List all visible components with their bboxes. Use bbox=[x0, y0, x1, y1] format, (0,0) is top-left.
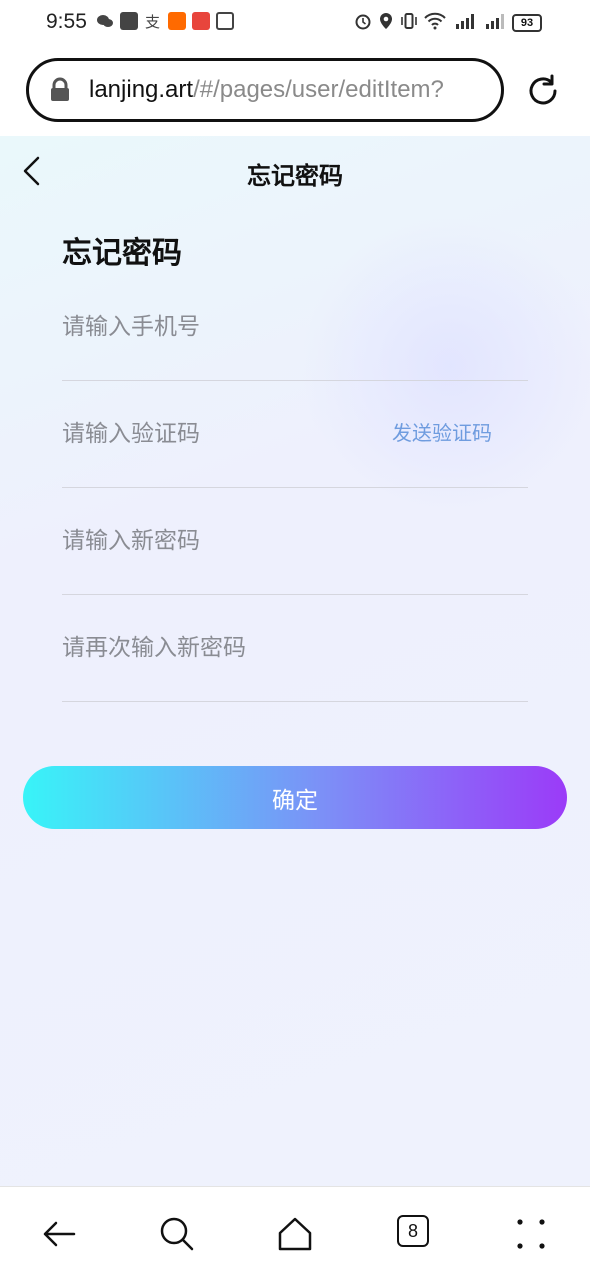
back-arrow-icon[interactable] bbox=[40, 1215, 78, 1253]
system-icons: 93 bbox=[354, 12, 542, 34]
verification-code-field: 发送验证码 bbox=[62, 381, 528, 488]
status-bar: 9:55 支 93 bbox=[0, 0, 590, 44]
alipay-icon: 支 bbox=[144, 12, 162, 31]
new-password-field bbox=[62, 488, 528, 595]
message-icon bbox=[120, 12, 138, 30]
menu-dots-icon[interactable] bbox=[512, 1215, 550, 1253]
tabs-button[interactable]: 8 bbox=[397, 1215, 429, 1247]
nfc-icon bbox=[216, 12, 234, 30]
confirm-password-input[interactable] bbox=[62, 595, 528, 701]
home-icon[interactable] bbox=[276, 1215, 314, 1253]
form-heading: 忘记密码 bbox=[62, 236, 182, 271]
notification-icons: 支 bbox=[96, 12, 234, 31]
phone-field bbox=[62, 274, 528, 381]
svg-text:支: 支 bbox=[145, 13, 160, 30]
vibrate-icon bbox=[400, 12, 418, 34]
alarm-icon bbox=[354, 12, 372, 34]
phone-input[interactable] bbox=[62, 274, 528, 380]
location-icon bbox=[378, 12, 394, 34]
address-bar[interactable]: lanjing.art/#/pages/user/editItem? bbox=[26, 58, 504, 122]
taobao-icon bbox=[168, 12, 186, 30]
wechat-icon bbox=[96, 12, 114, 30]
bottom-nav: 8 bbox=[0, 1186, 590, 1278]
nav-header: 忘记密码 bbox=[0, 136, 590, 208]
app-icon bbox=[192, 12, 210, 30]
page-content: 忘记密码 忘记密码 发送验证码 确定 bbox=[0, 136, 590, 1186]
reload-icon[interactable] bbox=[524, 72, 562, 110]
battery-indicator: 93 bbox=[512, 14, 542, 32]
lock-icon bbox=[49, 77, 71, 103]
url-path: /#/pages/user/editItem? bbox=[193, 76, 444, 103]
page-title: 忘记密码 bbox=[247, 162, 343, 190]
send-code-button[interactable]: 发送验证码 bbox=[392, 417, 492, 446]
status-time: 9:55 bbox=[46, 10, 87, 33]
signal-4g-icon bbox=[482, 12, 506, 34]
new-password-input[interactable] bbox=[62, 488, 528, 594]
search-icon[interactable] bbox=[158, 1215, 196, 1253]
wifi-icon bbox=[424, 12, 446, 34]
signal-4g-icon bbox=[452, 12, 476, 34]
confirm-button[interactable]: 确定 bbox=[23, 766, 567, 829]
confirm-password-field bbox=[62, 595, 528, 702]
url-host: lanjing.art bbox=[89, 76, 194, 103]
browser-toolbar: lanjing.art/#/pages/user/editItem? bbox=[0, 44, 590, 136]
url-text: lanjing.art/#/pages/user/editItem? bbox=[89, 76, 444, 104]
